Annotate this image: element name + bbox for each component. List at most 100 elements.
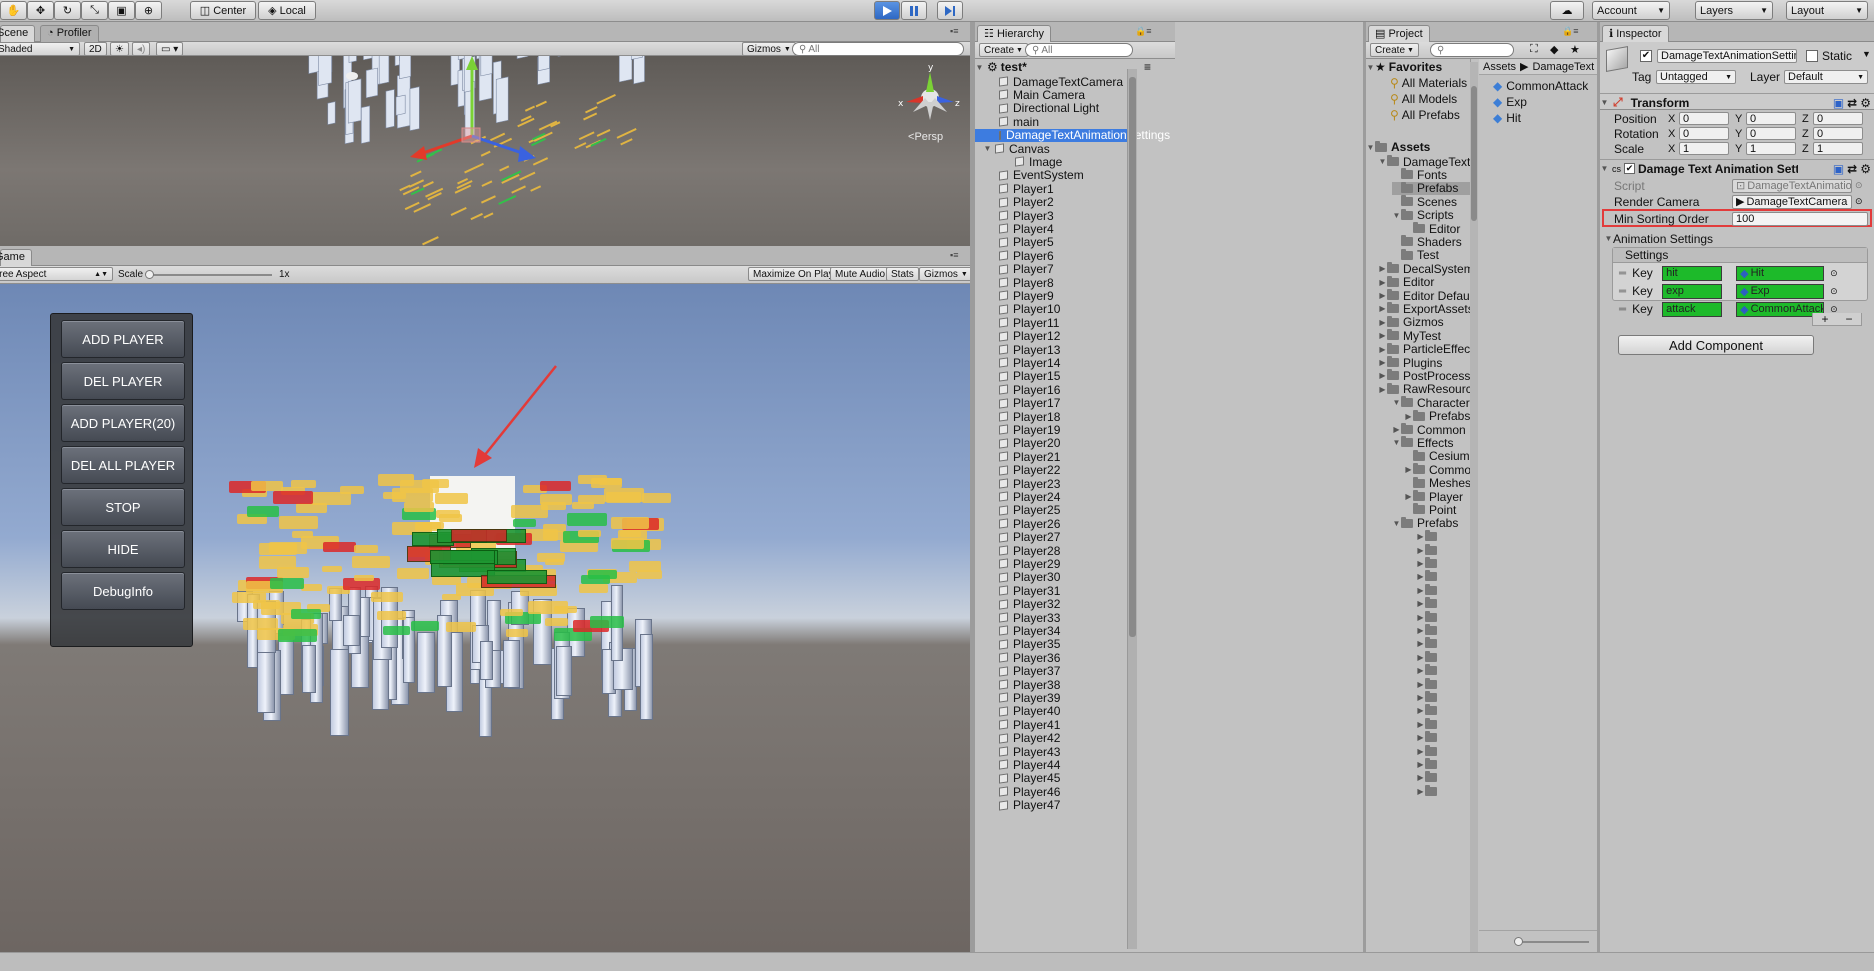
transform-rotation-x-field[interactable]: 0 [1679,127,1729,140]
folder-row[interactable]: Prefabs [1392,181,1470,195]
expand-arrow-icon[interactable]: ▼ [1392,438,1401,447]
expand-arrow-icon[interactable]: ▶ [1416,599,1425,608]
folder-row[interactable]: ▶ ExportAssets [1378,302,1470,316]
folder-row[interactable]: ▶ [1416,717,1441,731]
hierarchy-item[interactable]: Player1 [975,182,1127,196]
hierarchy-item[interactable]: Player8 [975,276,1127,290]
collab-button[interactable]: ☁ [1550,1,1584,20]
shading-mode-dropdown[interactable]: Shaded ▼ [0,42,80,56]
favorite-item[interactable]: ⚲ All Materials [1390,75,1467,91]
settings-prefab-field[interactable]: ◆ Exp [1736,283,1825,299]
move-tool-button[interactable]: ✥ [27,1,54,20]
expand-arrow-icon[interactable]: ▶ [1416,706,1425,715]
expand-arrow-icon[interactable]: ▶ [1416,572,1425,581]
play-button[interactable] [874,1,900,20]
transform-scale-z-field[interactable]: 1 [1813,142,1863,155]
tab-profiler[interactable]: ◔ Profiler [40,25,99,42]
hierarchy-item[interactable]: Player18 [975,410,1127,424]
expand-arrow-icon[interactable]: ▼ [1392,211,1401,220]
hierarchy-item[interactable]: Player37 [975,664,1127,678]
hierarchy-item[interactable]: Player36 [975,651,1127,665]
hierarchy-item[interactable]: Player11 [975,316,1127,330]
hierarchy-item[interactable]: Directional Light [975,101,1127,115]
expand-arrow-icon[interactable]: ▶ [1404,465,1413,474]
expand-arrow-icon[interactable]: ▼ [975,63,984,72]
hierarchy-item[interactable]: Player22 [975,463,1127,477]
folder-row[interactable]: ▶ [1416,664,1441,677]
expand-arrow-icon[interactable]: ▶ [1416,680,1425,689]
expand-arrow-icon[interactable]: ▶ [1378,331,1387,340]
expand-arrow-icon[interactable]: ▶ [1378,371,1387,380]
preset-icon[interactable]: ⇄ [1847,162,1857,176]
hierarchy-scroll-thumb[interactable] [1129,77,1136,637]
folder-row[interactable]: ▶ [1416,570,1441,583]
folder-row[interactable]: ▶ [1416,731,1441,744]
hierarchy-item[interactable]: Player29 [975,557,1127,571]
layer-dropdown[interactable]: Default ▼ [1784,70,1868,84]
target-icon[interactable]: ⊙ [1855,180,1863,191]
folder-row[interactable]: ▶ MyTest [1378,329,1441,343]
settings-key-field[interactable]: attack [1662,301,1723,317]
transform-position-y-field[interactable]: 0 [1746,112,1796,125]
target-icon[interactable]: ⊙ [1855,196,1863,207]
step-button[interactable] [937,1,963,20]
hierarchy-item[interactable]: Player26 [975,517,1127,531]
hide-button[interactable]: HIDE [61,530,185,568]
add-component-button[interactable]: Add Component [1618,335,1814,355]
folder-row[interactable]: ▶ [1416,597,1441,610]
game-viewport[interactable]: ████████████████████████████████████████… [0,284,970,952]
help-icon[interactable]: ▣ [1833,96,1844,110]
hierarchy-item[interactable]: Player45 [975,771,1127,785]
tab-hierarchy[interactable]: ☷ Hierarchy [977,25,1052,42]
layers-dropdown[interactable]: Layers ▼ [1695,1,1773,20]
folder-row[interactable]: Editor [1404,222,1460,236]
tab-inspector[interactable]: ℹ Inspector [1602,25,1669,42]
transform-position-x-field[interactable]: 0 [1679,112,1729,125]
expand-arrow-icon[interactable]: ▶ [1416,760,1425,769]
hierarchy-item[interactable]: Player20 [975,436,1127,450]
expand-arrow-icon[interactable]: ▼ [1366,63,1375,72]
folder-row[interactable]: Fonts [1392,168,1447,182]
hierarchy-item[interactable]: Player43 [975,745,1127,759]
effects-dropdown[interactable]: ▭ ▾ [156,42,184,56]
project-create-dropdown[interactable]: Create ▼ [1370,43,1419,57]
maximize-on-play-toggle[interactable]: Maximize On Play [748,267,839,281]
folder-row[interactable]: ▶ [1416,583,1441,597]
hierarchy-item[interactable]: Player27 [975,530,1127,544]
hierarchy-item[interactable]: DamageTextAnimationSettings [975,128,1170,142]
expand-arrow-icon[interactable]: ▶ [1416,532,1425,541]
drag-handle-icon[interactable]: ═ [1619,268,1626,279]
folder-row[interactable]: ▶ [1416,758,1441,771]
hierarchy-item[interactable]: Player21 [975,450,1127,464]
persp-label[interactable]: <Persp [908,131,943,143]
animation-settings-foldout[interactable]: ▼ Animation Settings [1604,230,1864,247]
hierarchy-item[interactable]: Image [975,155,1127,169]
mute-audio-toggle[interactable]: Mute Audio [830,267,891,281]
min-sorting-order-field[interactable]: 100 [1732,211,1868,226]
expand-arrow-icon[interactable]: ▶ [1416,613,1425,622]
hierarchy-item[interactable]: Player3 [975,209,1127,223]
folder-row[interactable]: ▶ [1416,543,1441,557]
expand-arrow-icon[interactable]: ▶ [1416,666,1425,675]
hierarchy-item[interactable]: Player39 [975,691,1127,705]
expand-arrow-icon[interactable]: ▶ [1378,264,1387,273]
scale-slider-thumb[interactable] [145,270,154,279]
hierarchy-item[interactable]: Player46 [975,785,1127,799]
toggle-2d-button[interactable]: 2D [84,42,107,56]
expand-arrow-icon[interactable]: ▶ [1416,787,1425,796]
folder-row[interactable]: Meshes [1404,476,1470,490]
hierarchy-item[interactable]: ▼ Canvas [975,142,1127,156]
expand-arrow-icon[interactable]: ▼ [1600,98,1609,107]
hierarchy-item[interactable]: Player24 [975,490,1127,504]
hierarchy-item[interactable]: DamageTextCamera [975,75,1127,89]
hand-tool-button[interactable]: ✋ [0,1,27,20]
del-all-player-button[interactable]: DEL ALL PLAYER [61,446,185,484]
folder-row[interactable]: ▶ Editor [1378,275,1434,289]
folder-row[interactable]: ▶ [1416,784,1441,798]
hierarchy-item[interactable]: Player33 [975,611,1127,625]
preset-icon[interactable]: ⇄ [1847,96,1857,110]
add-player-button[interactable]: ADD PLAYER [61,320,185,358]
hierarchy-item[interactable]: Player19 [975,423,1127,437]
expand-arrow-icon[interactable]: ▶ [1378,358,1387,367]
assets-root-row[interactable]: ▼ Assets [1366,139,1431,155]
